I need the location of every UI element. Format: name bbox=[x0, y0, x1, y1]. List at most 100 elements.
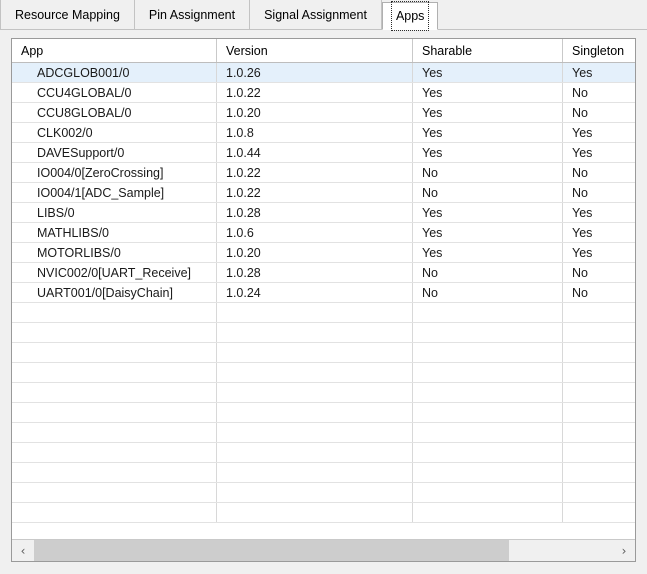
cell-version: 1.0.44 bbox=[226, 145, 261, 160]
row-divider-1 bbox=[216, 303, 217, 322]
scroll-right-icon[interactable]: › bbox=[613, 540, 635, 561]
table-row-empty[interactable] bbox=[12, 323, 635, 343]
cell-app: UART001/0[DaisyChain] bbox=[37, 285, 173, 300]
row-divider-2 bbox=[412, 483, 413, 502]
cell-version: 1.0.20 bbox=[226, 105, 261, 120]
table-row[interactable]: UART001/0[DaisyChain] 1.0.24 No No bbox=[12, 283, 635, 303]
cell-singleton: No bbox=[572, 265, 588, 280]
table-row-empty[interactable] bbox=[12, 463, 635, 483]
cell-app: CLK002/0 bbox=[37, 125, 93, 140]
row-divider-3 bbox=[562, 303, 563, 322]
table-row[interactable]: CLK002/0 1.0.8 Yes Yes bbox=[12, 123, 635, 143]
cell-version: 1.0.6 bbox=[226, 225, 254, 240]
cell-sharable: Yes bbox=[422, 105, 443, 120]
table-row[interactable]: MOTORLIBS/0 1.0.20 Yes Yes bbox=[12, 243, 635, 263]
cell-singleton: Yes bbox=[572, 225, 593, 240]
table-header-row: App Version Sharable Singleton bbox=[12, 39, 635, 63]
table-row[interactable]: ADCGLOB001/0 1.0.26 Yes Yes bbox=[12, 63, 635, 83]
cell-sharable: No bbox=[422, 285, 438, 300]
cell-app: NVIC002/0[UART_Receive] bbox=[37, 265, 192, 280]
column-header-app[interactable]: App bbox=[12, 39, 217, 62]
cell-app: MOTORLIBS/0 bbox=[37, 245, 121, 260]
table-row-empty[interactable] bbox=[12, 443, 635, 463]
cell-singleton: Yes bbox=[572, 125, 593, 140]
row-divider-2 bbox=[412, 343, 413, 362]
table-row[interactable]: DAVESupport/0 1.0.44 Yes Yes bbox=[12, 143, 635, 163]
tab-resource-mapping[interactable]: Resource Mapping bbox=[0, 0, 135, 30]
row-divider-1 bbox=[216, 463, 217, 482]
scrollbar-track[interactable] bbox=[34, 540, 613, 561]
row-divider-3 bbox=[562, 403, 563, 422]
cell-sharable: Yes bbox=[422, 65, 443, 80]
table-row[interactable]: CCU4GLOBAL/0 1.0.22 Yes No bbox=[12, 83, 635, 103]
table-row[interactable]: LIBS/0 1.0.28 Yes Yes bbox=[12, 203, 635, 223]
row-divider-2 bbox=[412, 423, 413, 442]
table-row[interactable]: NVIC002/0[UART_Receive] 1.0.28 No No bbox=[12, 263, 635, 283]
row-divider-3 bbox=[562, 463, 563, 482]
row-divider-1 bbox=[216, 403, 217, 422]
row-divider-1 bbox=[216, 363, 217, 382]
table-row[interactable]: MATHLIBS/0 1.0.6 Yes Yes bbox=[12, 223, 635, 243]
row-divider-1 bbox=[216, 503, 217, 522]
tab-signal-assignment[interactable]: Signal Assignment bbox=[250, 0, 382, 30]
tab-bar-filler bbox=[438, 0, 647, 30]
cell-singleton: No bbox=[572, 105, 588, 120]
cell-app: IO004/1[ADC_Sample] bbox=[37, 185, 165, 200]
row-divider-2 bbox=[412, 383, 413, 402]
tab-resource-mapping-label: Resource Mapping bbox=[15, 8, 120, 22]
row-divider-3 bbox=[562, 343, 563, 362]
table-row-empty[interactable] bbox=[12, 303, 635, 323]
row-divider-1 bbox=[216, 343, 217, 362]
row-divider-3 bbox=[562, 443, 563, 462]
tab-bar: Resource Mapping Pin Assignment Signal A… bbox=[0, 0, 647, 31]
table-row-empty[interactable] bbox=[12, 503, 635, 523]
row-divider-2 bbox=[412, 503, 413, 522]
cell-app: IO004/0[ZeroCrossing] bbox=[37, 165, 164, 180]
column-header-sharable[interactable]: Sharable bbox=[413, 39, 563, 62]
table-row-empty[interactable] bbox=[12, 423, 635, 443]
table-body: ADCGLOB001/0 1.0.26 Yes Yes CCU4GLOBAL/0 1.0.… bbox=[12, 63, 635, 523]
cell-singleton: No bbox=[572, 85, 588, 100]
cell-sharable: No bbox=[422, 185, 438, 200]
row-divider-2 bbox=[412, 463, 413, 482]
table-row-empty[interactable] bbox=[12, 403, 635, 423]
cell-version: 1.0.28 bbox=[226, 265, 261, 280]
horizontal-scrollbar[interactable]: ‹ › bbox=[12, 539, 635, 561]
cell-app: MATHLIBS/0 bbox=[37, 225, 110, 240]
cell-sharable: No bbox=[422, 265, 438, 280]
apps-table: App Version Sharable Singleton ADCGLOB00… bbox=[12, 39, 635, 539]
table-row-empty[interactable] bbox=[12, 343, 635, 363]
row-divider-1 bbox=[216, 383, 217, 402]
row-divider-2 bbox=[412, 303, 413, 322]
row-divider-2 bbox=[412, 443, 413, 462]
row-divider-1 bbox=[216, 423, 217, 442]
cell-singleton: No bbox=[572, 285, 588, 300]
table-row[interactable]: IO004/0[ZeroCrossing] 1.0.22 No No bbox=[12, 163, 635, 183]
column-header-singleton[interactable]: Singleton bbox=[563, 39, 635, 62]
cell-singleton: No bbox=[572, 165, 588, 180]
cell-sharable: Yes bbox=[422, 145, 443, 160]
cell-sharable: Yes bbox=[422, 205, 443, 220]
table-row-empty[interactable] bbox=[12, 483, 635, 503]
tab-apps[interactable]: Apps bbox=[381, 1, 439, 31]
cell-sharable: Yes bbox=[422, 225, 443, 240]
tab-pin-assignment-label: Pin Assignment bbox=[148, 8, 236, 22]
table-row[interactable]: IO004/1[ADC_Sample] 1.0.22 No No bbox=[12, 183, 635, 203]
column-header-version[interactable]: Version bbox=[217, 39, 413, 62]
row-divider-3 bbox=[562, 503, 563, 522]
cell-version: 1.0.22 bbox=[226, 165, 261, 180]
cell-singleton: Yes bbox=[572, 65, 593, 80]
tab-pin-assignment[interactable]: Pin Assignment bbox=[134, 0, 251, 30]
table-row-empty[interactable] bbox=[12, 363, 635, 383]
scroll-left-icon[interactable]: ‹ bbox=[12, 540, 34, 561]
cell-sharable: No bbox=[422, 165, 438, 180]
cell-version: 1.0.22 bbox=[226, 85, 261, 100]
apps-tab-window: Resource Mapping Pin Assignment Signal A… bbox=[0, 0, 647, 574]
cell-singleton: Yes bbox=[572, 205, 593, 220]
scrollbar-thumb[interactable] bbox=[34, 540, 509, 561]
cell-singleton: Yes bbox=[572, 245, 593, 260]
row-divider-2 bbox=[412, 403, 413, 422]
table-row-empty[interactable] bbox=[12, 383, 635, 403]
cell-version: 1.0.28 bbox=[226, 205, 261, 220]
table-row[interactable]: CCU8GLOBAL/0 1.0.20 Yes No bbox=[12, 103, 635, 123]
